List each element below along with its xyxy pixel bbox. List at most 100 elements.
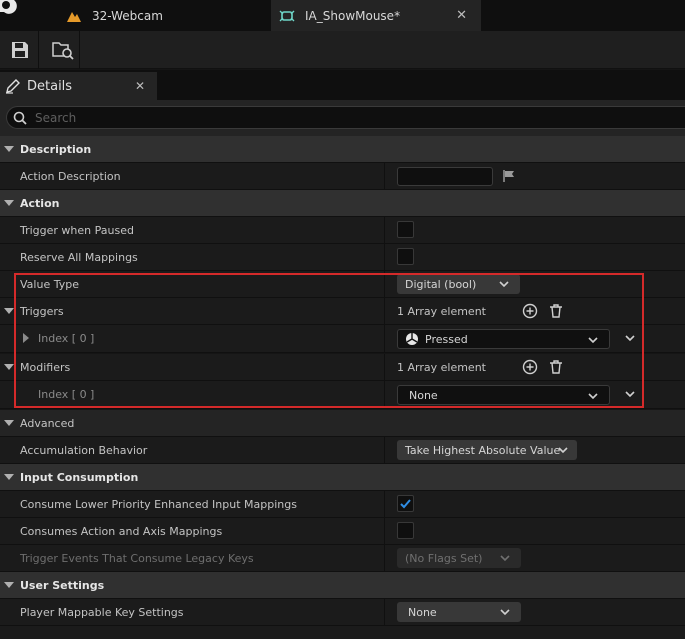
reserve-all-mappings-checkbox[interactable] xyxy=(397,248,414,265)
dropdown-value: None xyxy=(408,605,437,619)
trash-icon[interactable] xyxy=(548,303,564,319)
column-splitter[interactable] xyxy=(384,217,385,244)
column-splitter[interactable] xyxy=(384,491,385,518)
collapse-arrow-icon[interactable] xyxy=(4,474,14,480)
array-count: 1 Array element xyxy=(397,305,486,318)
add-element-icon[interactable] xyxy=(522,303,538,319)
category-label: User Settings xyxy=(20,579,105,592)
collapse-arrow-icon[interactable] xyxy=(4,308,14,314)
column-splitter[interactable] xyxy=(384,354,385,381)
column-splitter[interactable] xyxy=(384,599,385,626)
browse-content-icon[interactable] xyxy=(52,40,74,60)
property-reserve-all-mappings: Reserve All Mappings xyxy=(0,244,685,271)
tab-label: IA_ShowMouse* xyxy=(305,8,401,23)
consumes-action-axis-checkbox[interactable] xyxy=(397,522,414,539)
collapse-arrow-icon[interactable] xyxy=(4,582,14,588)
property-action-description: Action Description xyxy=(0,163,685,190)
trigger-class-icon xyxy=(405,332,419,346)
value-type-dropdown[interactable]: Digital (bool) xyxy=(397,274,520,294)
dropdown-value: (No Flags Set) xyxy=(405,551,483,565)
modifiers-index-0: Index [ 0 ] None xyxy=(0,381,685,409)
tab-32-webcam[interactable]: 32-Webcam xyxy=(58,0,270,31)
index-label: Index [ 0 ] xyxy=(38,388,95,401)
property-label: Triggers xyxy=(20,305,64,318)
save-icon[interactable] xyxy=(10,40,32,60)
group-advanced[interactable]: Advanced xyxy=(0,410,685,437)
property-label: Consume Lower Priority Enhanced Input Ma… xyxy=(20,498,297,511)
unreal-logo-icon[interactable] xyxy=(0,0,18,24)
category-user-settings[interactable]: User Settings xyxy=(0,572,685,599)
close-icon[interactable]: ✕ xyxy=(456,8,467,23)
localization-flag-icon[interactable] xyxy=(502,169,516,183)
category-input-consumption[interactable]: Input Consumption xyxy=(0,464,685,491)
column-splitter[interactable] xyxy=(384,244,385,271)
chevron-down-icon xyxy=(499,606,511,618)
player-mappable-dropdown[interactable]: None xyxy=(397,602,521,622)
column-splitter[interactable] xyxy=(384,437,385,464)
chevron-down-icon xyxy=(498,278,510,290)
property-trigger-when-paused: Trigger when Paused xyxy=(0,217,685,244)
property-label: Player Mappable Key Settings xyxy=(20,606,184,619)
collapse-arrow-icon[interactable] xyxy=(4,200,14,206)
tab-ia-showmouse[interactable]: IA_ShowMouse* ✕ xyxy=(271,0,481,31)
property-label: Action Description xyxy=(20,170,121,183)
array-count: 1 Array element xyxy=(397,361,486,374)
property-trigger-events-legacy: Trigger Events That Consume Legacy Keys … xyxy=(0,545,685,572)
column-splitter[interactable] xyxy=(384,325,385,353)
property-consume-lower-priority: Consume Lower Priority Enhanced Input Ma… xyxy=(0,491,685,518)
toolbar-separator xyxy=(79,31,80,69)
category-description[interactable]: Description xyxy=(0,136,685,163)
consume-lower-priority-checkbox[interactable] xyxy=(397,495,414,512)
dropdown-value: Take Highest Absolute Value xyxy=(405,443,561,457)
expand-arrow-icon[interactable] xyxy=(23,333,29,343)
category-action[interactable]: Action xyxy=(0,190,685,217)
chevron-down-icon[interactable] xyxy=(624,388,636,400)
toolbar xyxy=(0,31,685,69)
modifier-class-dropdown[interactable]: None xyxy=(397,385,610,405)
chevron-down-icon xyxy=(587,334,599,346)
search-placeholder: Search xyxy=(35,111,77,125)
collapse-arrow-icon[interactable] xyxy=(4,146,14,152)
property-label: Trigger Events That Consume Legacy Keys xyxy=(20,552,254,565)
column-splitter[interactable] xyxy=(384,545,385,572)
property-label: Modifiers xyxy=(20,361,71,374)
triggers-index-0: Index [ 0 ] Pressed xyxy=(0,325,685,353)
property-label: Accumulation Behavior xyxy=(20,444,148,457)
dropdown-value: Digital (bool) xyxy=(405,277,477,291)
level-icon xyxy=(66,8,82,24)
add-element-icon[interactable] xyxy=(522,359,538,375)
column-splitter[interactable] xyxy=(384,381,385,409)
property-label: Consumes Action and Axis Mappings xyxy=(20,525,223,538)
details-tab[interactable]: Details ✕ xyxy=(0,72,157,100)
tab-label: 32-Webcam xyxy=(92,8,163,23)
dropdown-value: None xyxy=(409,388,438,402)
accumulation-behavior-dropdown[interactable]: Take Highest Absolute Value xyxy=(397,440,577,460)
trigger-class-dropdown[interactable]: Pressed xyxy=(397,329,610,349)
close-icon[interactable]: ✕ xyxy=(135,79,145,93)
search-input[interactable]: Search xyxy=(6,106,685,129)
action-description-input[interactable] xyxy=(397,167,493,186)
chevron-down-icon xyxy=(557,444,569,456)
chevron-down-icon xyxy=(587,390,599,402)
column-splitter[interactable] xyxy=(384,163,385,190)
trigger-when-paused-checkbox[interactable] xyxy=(397,221,414,238)
grid-filler xyxy=(0,626,685,639)
property-triggers: Triggers 1 Array element xyxy=(0,298,685,325)
column-splitter[interactable] xyxy=(384,271,385,298)
chevron-down-icon xyxy=(499,552,511,564)
column-splitter[interactable] xyxy=(384,298,385,325)
toolbar-separator xyxy=(38,31,39,69)
property-label: Reserve All Mappings xyxy=(20,251,138,264)
collapse-arrow-icon[interactable] xyxy=(4,364,14,370)
category-label: Input Consumption xyxy=(20,471,139,484)
category-label: Action xyxy=(20,197,60,210)
chevron-down-icon[interactable] xyxy=(624,332,636,344)
details-panel-header: Details ✕ xyxy=(0,70,685,100)
trash-icon[interactable] xyxy=(548,359,564,375)
category-label: Description xyxy=(20,143,92,156)
collapse-arrow-icon[interactable] xyxy=(4,420,14,426)
column-splitter[interactable] xyxy=(384,518,385,545)
property-label: Value Type xyxy=(20,278,79,291)
dropdown-value: Pressed xyxy=(425,332,468,346)
property-modifiers: Modifiers 1 Array element xyxy=(0,354,685,381)
